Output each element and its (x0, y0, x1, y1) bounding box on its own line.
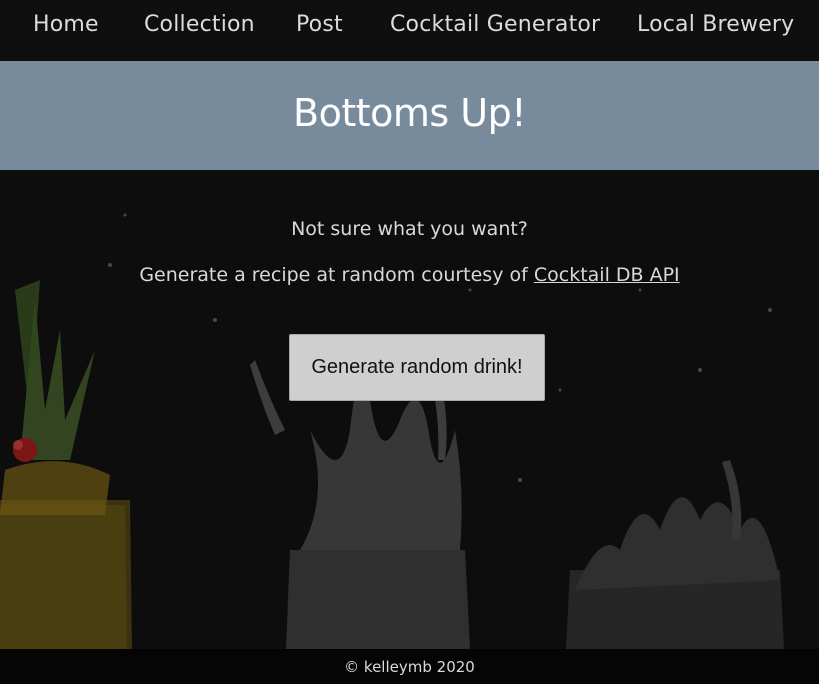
cocktail-db-api-link[interactable]: Cocktail DB API (534, 264, 680, 286)
generate-random-drink-button[interactable]: Generate random drink! (289, 334, 545, 401)
page-title: Bottoms Up! (293, 90, 526, 135)
nav-link-home[interactable]: Home (33, 12, 99, 37)
nav-link-collection[interactable]: Collection (144, 12, 255, 37)
nav-link-local-brewery[interactable]: Local Brewery (637, 12, 794, 37)
page-banner: Bottoms Up! (0, 61, 819, 170)
hero-question: Not sure what you want? (291, 218, 528, 240)
nav-link-post[interactable]: Post (296, 12, 343, 37)
top-navbar: Home Collection Post Cocktail Generator … (0, 0, 819, 61)
hero-intro-text: Generate a recipe at random courtesy of (139, 264, 534, 286)
copyright-text: © kelleymb 2020 (344, 657, 475, 676)
hero-section: Not sure what you want? Generate a recip… (0, 170, 819, 649)
nav-link-cocktail-generator[interactable]: Cocktail Generator (390, 12, 600, 37)
page-footer: © kelleymb 2020 (0, 649, 819, 684)
cocktail-background-image (0, 213, 784, 649)
hero-intro: Generate a recipe at random courtesy of … (0, 264, 819, 286)
